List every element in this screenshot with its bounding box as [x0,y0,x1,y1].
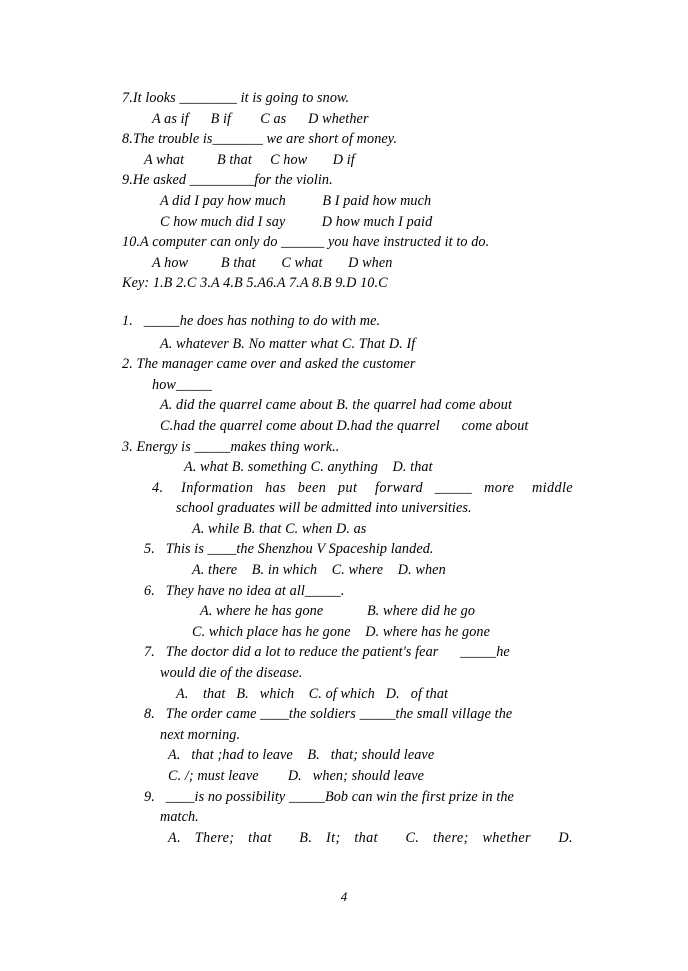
exercise-7-options: A. that B. which C. of which D. of that [176,685,449,702]
exercise-3-stem: 3. Energy is _____makes thing work.. [122,438,340,455]
exercise-7-stem-line-2: would die of the disease. [160,665,303,682]
exercise-9-options: A. There; that B. It; that C. there; whe… [168,829,573,846]
exercise-6: 6. They have no idea at all_____. A. whe… [122,581,573,643]
exercise-4: 4. Information has been put forward ____… [122,478,573,540]
exercise-4-options: A. while B. that C. when D. as [192,520,367,537]
exercise-3-options: A. what B. something C. anything D. that [184,459,433,476]
question-9-options-line-1: A did I pay how much B I paid how much [160,192,432,209]
exercise-1-options: A. whatever B. No matter what C. That D.… [160,335,416,352]
exercise-6-stem: 6. They have no idea at all_____. [144,582,345,599]
exercise-8-options-line-1: A. that ;had to leave B. that; should le… [168,747,435,764]
exercise-2-options-line-1: A. did the quarrel came about B. the qua… [160,397,512,414]
exercise-5-options: A. there B. in which C. where D. when [192,562,446,579]
page-number: 4 [340,889,348,904]
exercise-2: 2. The manager came over and asked the c… [122,354,573,436]
exercise-7: 7. The doctor did a lot to reduce the pa… [122,642,573,704]
exercise-7-stem-line-1: 7. The doctor did a lot to reduce the pa… [144,644,510,661]
exercise-4-stem-line-2: school graduates will be admitted into u… [176,500,472,517]
question-9-options-line-2: C how much did I say D how much I paid [160,213,433,230]
document-body: 7.It looks ________ it is going to snow.… [122,88,573,848]
question-9: 9.He asked _________for the violin. A di… [122,170,573,232]
section-two: 1. _____he does has nothing to do with m… [122,311,573,848]
exercise-6-options-line-1: A. where he has gone B. where did he go [200,603,476,620]
exercise-2-options-line-2: C.had the quarrel come about D.had the q… [160,417,529,434]
exercise-8-stem-line-1: 8. The order came ____the soldiers _____… [144,706,513,723]
exercise-9-stem-line-2: match. [160,809,199,826]
exercise-1-stem: 1. _____he does has nothing to do with m… [122,312,381,329]
question-10: 10.A computer can only do ______ you hav… [122,232,573,273]
question-7-options: A as if B if C as D whether [152,110,369,127]
exercise-2-stem-line-2: how_____ [152,376,212,393]
exercise-2-stem-line-1: 2. The manager came over and asked the c… [122,356,416,373]
exercise-5-stem: 5. This is ____the Shenzhou V Spaceship … [144,541,434,558]
exercise-9: 9. ____is no possibility _____Bob can wi… [122,787,573,849]
section-divider-space [122,294,573,311]
document-page: 7.It looks ________ it is going to snow.… [0,0,688,971]
question-9-stem: 9.He asked _________for the violin. [122,172,333,189]
exercise-8-options-line-2: C. /; must leave D. when; should leave [168,768,425,784]
question-7: 7.It looks ________ it is going to snow.… [122,88,573,129]
question-10-stem: 10.A computer can only do ______ you hav… [122,234,490,251]
exercise-5: 5. This is ____the Shenzhou V Spaceship … [122,539,573,580]
question-8-options: A what B that C how D if [144,151,355,168]
exercise-4-stem-line-1: 4. Information has been put forward ____… [152,479,573,496]
question-10-options: A how B that C what D when [152,254,393,271]
exercise-1: 1. _____he does has nothing to do with m… [122,311,573,354]
answer-key-line: Key: 1.B 2.C 3.A 4.B 5.A6.A 7.A 8.B 9.D … [122,275,388,292]
exercise-8: 8. The order came ____the soldiers _____… [122,704,573,786]
exercise-9-stem-line-1: 9. ____is no possibility _____Bob can wi… [144,788,514,805]
exercise-8-stem-line-2: next morning. [160,726,241,743]
exercise-6-options-line-2: C. which place has he gone D. where has … [192,623,491,640]
question-8-stem: 8.The trouble is_______ we are short of … [122,131,398,148]
section-one: 7.It looks ________ it is going to snow.… [122,88,573,294]
question-8: 8.The trouble is_______ we are short of … [122,129,573,170]
exercise-3: 3. Energy is _____makes thing work.. A. … [122,437,573,478]
question-7-stem: 7.It looks ________ it is going to snow. [122,90,350,106]
